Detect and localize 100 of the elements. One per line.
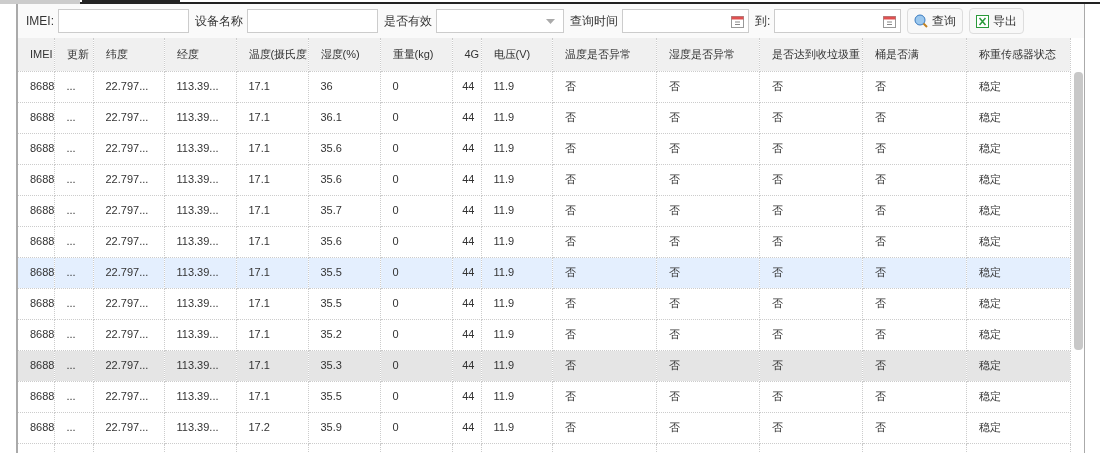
table-cell: 否 — [759, 226, 862, 257]
table-cell: 11.9 — [481, 226, 552, 257]
tab[interactable] — [82, 0, 180, 4]
table-cell: 稳定 — [966, 257, 1070, 288]
table-cell: 否 — [862, 102, 966, 133]
column-header[interactable]: 湿度是否异常 — [656, 38, 759, 71]
table-cell: 44 — [452, 195, 481, 226]
table-cell: 否 — [759, 288, 862, 319]
input-field[interactable] — [58, 9, 189, 33]
calendar-icon[interactable] — [731, 14, 744, 28]
column-header[interactable]: 4G — [452, 38, 481, 71]
table-cell: 11.9 — [481, 288, 552, 319]
column-header[interactable]: 重量(kg) — [380, 38, 452, 71]
table-cell: 0 — [380, 102, 452, 133]
input-field[interactable] — [247, 9, 378, 33]
table-cell: 否 — [862, 71, 966, 102]
column-header[interactable]: 桶是否满 — [862, 38, 966, 71]
spreadsheet-icon — [976, 14, 990, 28]
table-cell: 稳定 — [966, 319, 1070, 350]
table-cell: 否 — [759, 133, 862, 164]
table-cell: 113.39... — [164, 350, 236, 381]
table-cell: 22.797... — [93, 257, 164, 288]
export-button[interactable]: 导出 — [969, 8, 1025, 34]
table-cell: 11.9 — [481, 257, 552, 288]
table-cell: 35.5 — [308, 288, 380, 319]
table-cell: 17.1 — [236, 257, 308, 288]
table-cell: 否 — [656, 226, 759, 257]
column-header[interactable]: 湿度(%) — [308, 38, 380, 71]
table-cell: 22.797... — [93, 381, 164, 412]
table-cell: 否 — [862, 164, 966, 195]
column-header[interactable]: 温度是否异常 — [552, 38, 656, 71]
table-cell: 44 — [452, 350, 481, 381]
column-header[interactable]: 称重传感器状态 — [966, 38, 1070, 71]
column-header[interactable]: 经度 — [164, 38, 236, 71]
table-cell: 稳定 — [966, 288, 1070, 319]
table-cell: 11.9 — [481, 381, 552, 412]
scrollbar[interactable] — [1073, 72, 1083, 350]
table-cell: 17.2 — [236, 412, 308, 443]
table-cell: 否 — [552, 226, 656, 257]
table-cell: 否 — [656, 381, 759, 412]
table-cell: ... — [54, 381, 93, 412]
table-cell: 35.2 — [308, 319, 380, 350]
table-cell: 113.39... — [164, 102, 236, 133]
tab[interactable] — [0, 0, 80, 4]
column-header[interactable]: 是否达到收垃圾重 — [759, 38, 862, 71]
table-cell: 否 — [656, 164, 759, 195]
column-header[interactable]: 纬度 — [93, 38, 164, 71]
table-cell: 0 — [380, 257, 452, 288]
table-cell: 22.797... — [93, 319, 164, 350]
date-field[interactable] — [774, 9, 902, 33]
search-button[interactable]: 查询 — [907, 8, 964, 34]
table-cell: 否 — [656, 319, 759, 350]
table-cell: 0 — [380, 164, 452, 195]
date-field[interactable] — [622, 9, 749, 33]
table-cell: 0 — [380, 288, 452, 319]
table-cell: 否 — [552, 412, 656, 443]
calendar-icon[interactable] — [883, 14, 897, 28]
table-cell: 17.1 — [236, 288, 308, 319]
table-cell: 稳定 — [966, 350, 1070, 381]
field-label: 设备名称 — [195, 13, 243, 30]
table-cell: 35.6 — [308, 133, 380, 164]
dropdown-field[interactable] — [436, 9, 564, 33]
table-cell: ... — [54, 133, 93, 164]
table-cell: 稳定 — [966, 412, 1070, 443]
column-header[interactable]: 电压(V) — [481, 38, 552, 71]
table-cell: 否 — [759, 164, 862, 195]
table-cell: 22.797... — [93, 195, 164, 226]
table-cell: 稳定 — [966, 133, 1070, 164]
table-cell: 36.1 — [308, 102, 380, 133]
table-cell: ... — [54, 319, 93, 350]
column-header[interactable]: 温度(摄氏度 — [236, 38, 308, 71]
table-cell: 否 — [862, 226, 966, 257]
table-cell: 113.39... — [164, 195, 236, 226]
table-cell: 稳定 — [966, 381, 1070, 412]
table-cell: 17.1 — [236, 381, 308, 412]
table-cell: 否 — [552, 102, 656, 133]
table-cell: 11.9 — [481, 319, 552, 350]
table-cell: 否 — [656, 133, 759, 164]
table-cell: 44 — [452, 412, 481, 443]
table-cell: 稳定 — [966, 226, 1070, 257]
table-cell: 否 — [862, 288, 966, 319]
table-cell: 否 — [759, 319, 862, 350]
table-cell: 11.9 — [481, 195, 552, 226]
field-label: 到: — [755, 13, 771, 30]
table-cell: 否 — [862, 412, 966, 443]
table-cell: 0 — [380, 71, 452, 102]
table-cell: ... — [54, 350, 93, 381]
table-cell: 35.6 — [308, 164, 380, 195]
table-cell: ... — [54, 412, 93, 443]
table-cell: 0 — [380, 319, 452, 350]
column-header[interactable]: IMEI — [18, 38, 54, 71]
table-cell: 否 — [656, 412, 759, 443]
column-header[interactable]: 更新 — [54, 38, 93, 71]
table-cell: 稳定 — [966, 102, 1070, 133]
table-cell: 否 — [656, 257, 759, 288]
table-cell: 17.1 — [236, 350, 308, 381]
table-cell: 22.797... — [93, 102, 164, 133]
table-cell: 35.3 — [308, 350, 380, 381]
table-cell: 17.1 — [236, 164, 308, 195]
table-cell: 否 — [862, 381, 966, 412]
